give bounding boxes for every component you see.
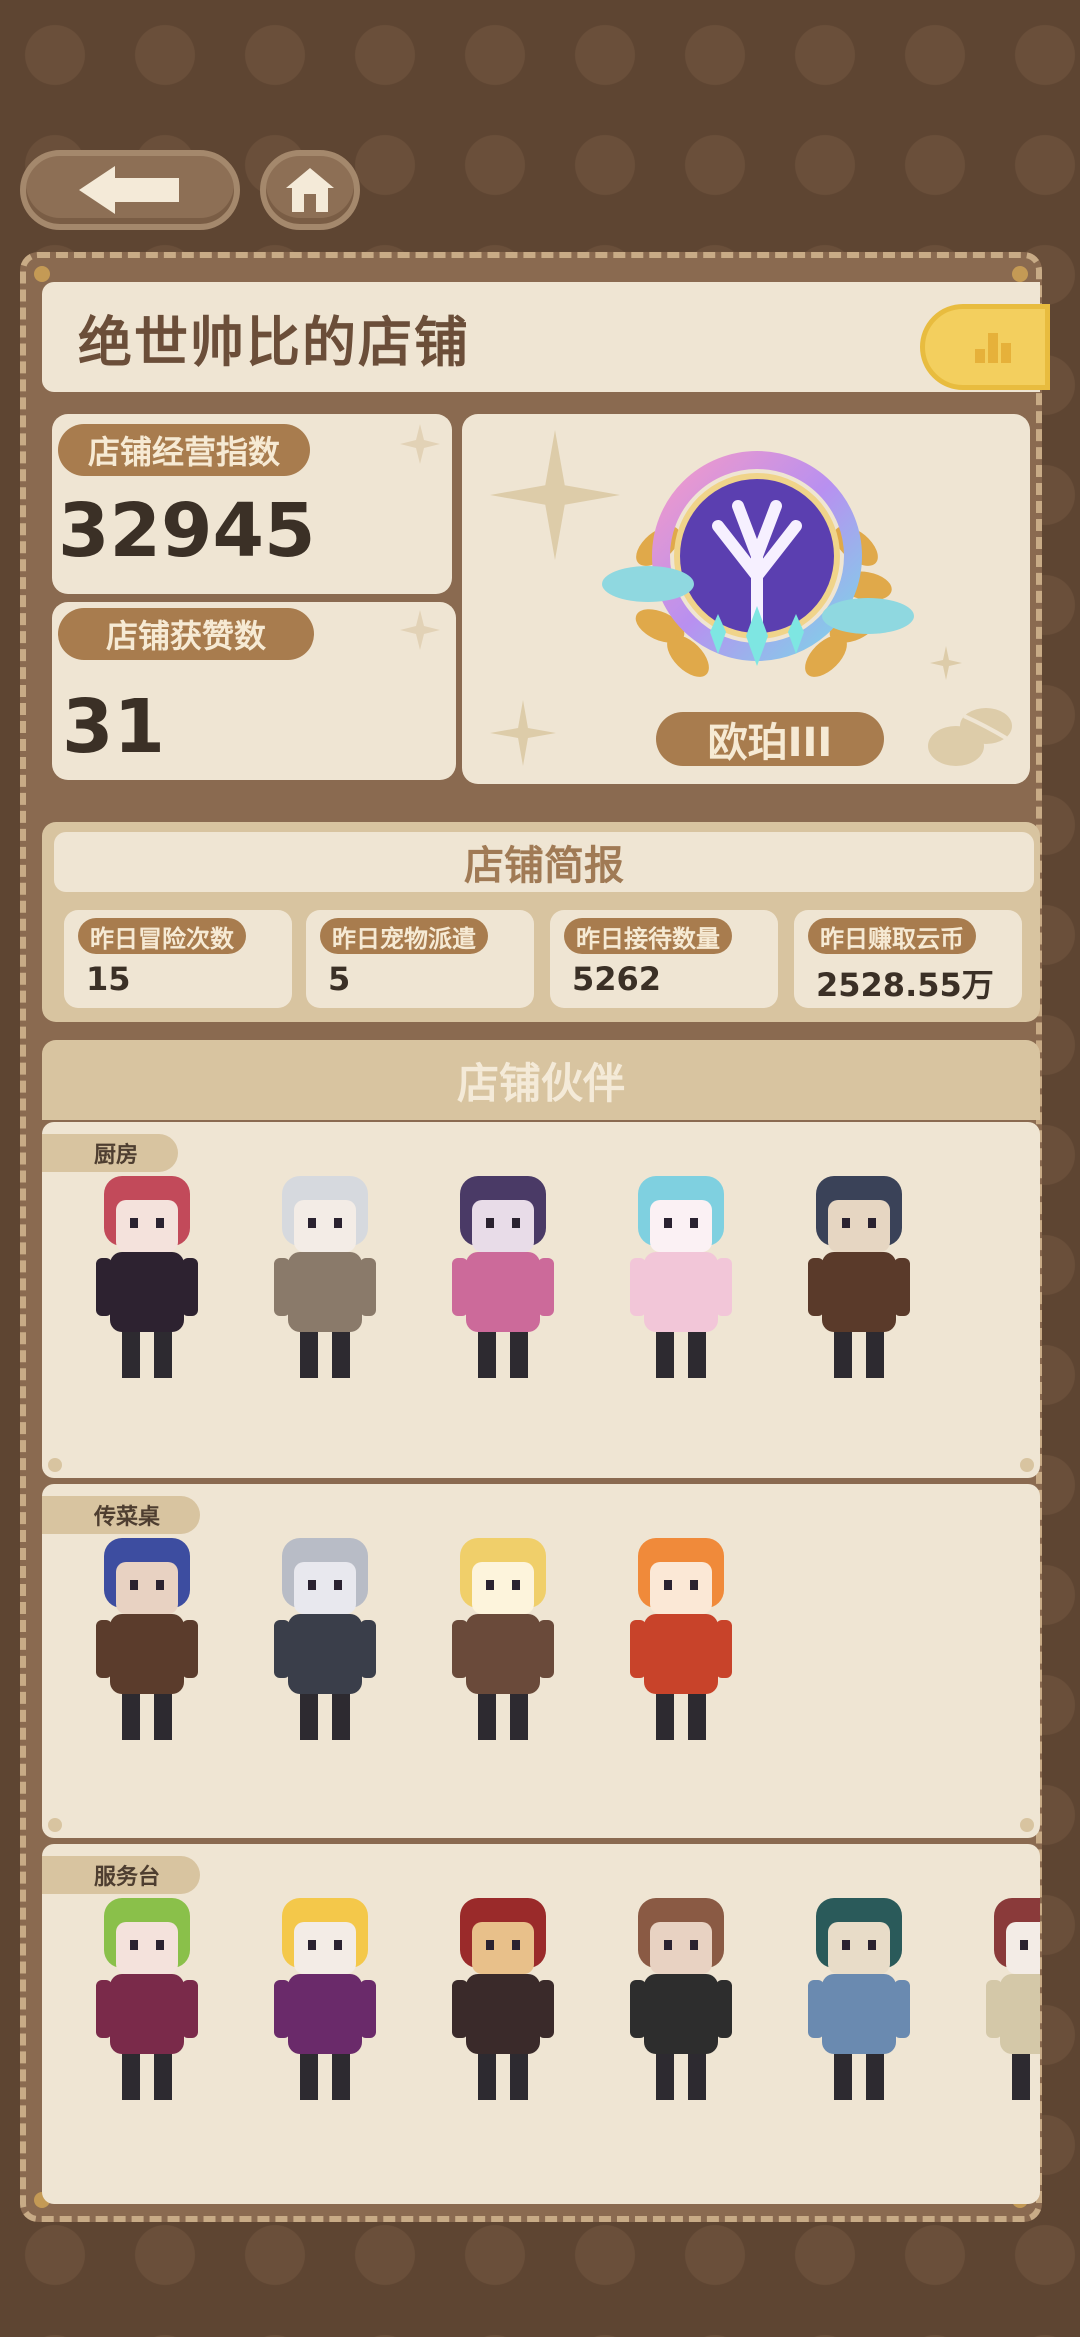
partner-character-icon[interactable] (72, 1888, 222, 2118)
briefing-card-adventures: 昨日冒险次数 15 (64, 910, 292, 1008)
partner-character-icon[interactable] (250, 1888, 400, 2118)
rank-label: 欧珀III (656, 712, 884, 766)
partner-character-icon[interactable] (784, 1888, 934, 2118)
briefing-value: 15 (86, 960, 131, 998)
briefing-label: 昨日接待数量 (564, 918, 732, 954)
corner-dot (1012, 266, 1028, 282)
partner-character-icon[interactable] (784, 1166, 934, 1396)
sparkle-icon (400, 610, 440, 650)
opal-rank-badge-icon (602, 451, 914, 677)
partner-character-icon[interactable] (250, 1528, 400, 1758)
arrow-left-icon (79, 166, 179, 214)
sparkle-icon (490, 700, 556, 766)
back-button[interactable] (20, 150, 240, 230)
dot (48, 1818, 62, 1832)
home-button[interactable] (260, 150, 360, 230)
briefing-value: 5262 (572, 960, 662, 998)
sparkle-icon (400, 424, 440, 464)
corner-dot (34, 266, 50, 282)
partner-character-icon[interactable] (606, 1166, 756, 1396)
briefing-value: 2528.55万 (816, 966, 994, 1004)
dot (1020, 1818, 1034, 1832)
section-kitchen: 厨房 (42, 1122, 1040, 1478)
partner-character-icon[interactable] (428, 1528, 578, 1758)
index-value: 32945 (58, 488, 316, 574)
briefing-value: 5 (328, 960, 351, 998)
index-label: 店铺经营指数 (58, 424, 310, 476)
dot (1020, 1458, 1034, 1472)
shop-name: 绝世帅比的店铺 (78, 311, 470, 374)
partner-character-icon[interactable] (428, 1888, 578, 2118)
likes-label: 店铺获赞数 (58, 608, 314, 660)
partner-character-icon[interactable] (606, 1888, 756, 2118)
briefing-card-reception: 昨日接待数量 5262 (550, 910, 778, 1008)
dot (48, 1458, 62, 1472)
partner-character-icon[interactable] (428, 1166, 578, 1396)
briefing-card-pet-dispatch: 昨日宠物派遣 5 (306, 910, 534, 1008)
partner-character-icon[interactable] (250, 1166, 400, 1396)
section-serving-table: 传菜桌 (42, 1484, 1040, 1838)
briefing-title: 店铺简报 (464, 843, 624, 889)
rank-button[interactable] (920, 304, 1050, 390)
briefing-label: 昨日宠物派遣 (320, 918, 488, 954)
home-icon (286, 168, 334, 212)
partner-character-icon[interactable] (72, 1528, 222, 1758)
partner-character-icon[interactable] (962, 1888, 1040, 2118)
likes-value: 31 (62, 684, 165, 770)
partners-title: 店铺伙伴 (456, 1058, 625, 1108)
briefing-label: 昨日赚取云币 (808, 918, 976, 954)
briefing-label: 昨日冒险次数 (78, 918, 246, 954)
section-service-desk: 服务台 (42, 1844, 1040, 2204)
partners-header: 店铺伙伴 (42, 1040, 1040, 1120)
bar-chart-icon (975, 333, 1011, 363)
briefing-card-coins: 昨日赚取云币 2528.55万 (794, 910, 1022, 1008)
briefing-title-bar: 店铺简报 (54, 832, 1034, 892)
partner-character-icon[interactable] (72, 1166, 222, 1396)
partner-character-icon[interactable] (606, 1528, 756, 1758)
